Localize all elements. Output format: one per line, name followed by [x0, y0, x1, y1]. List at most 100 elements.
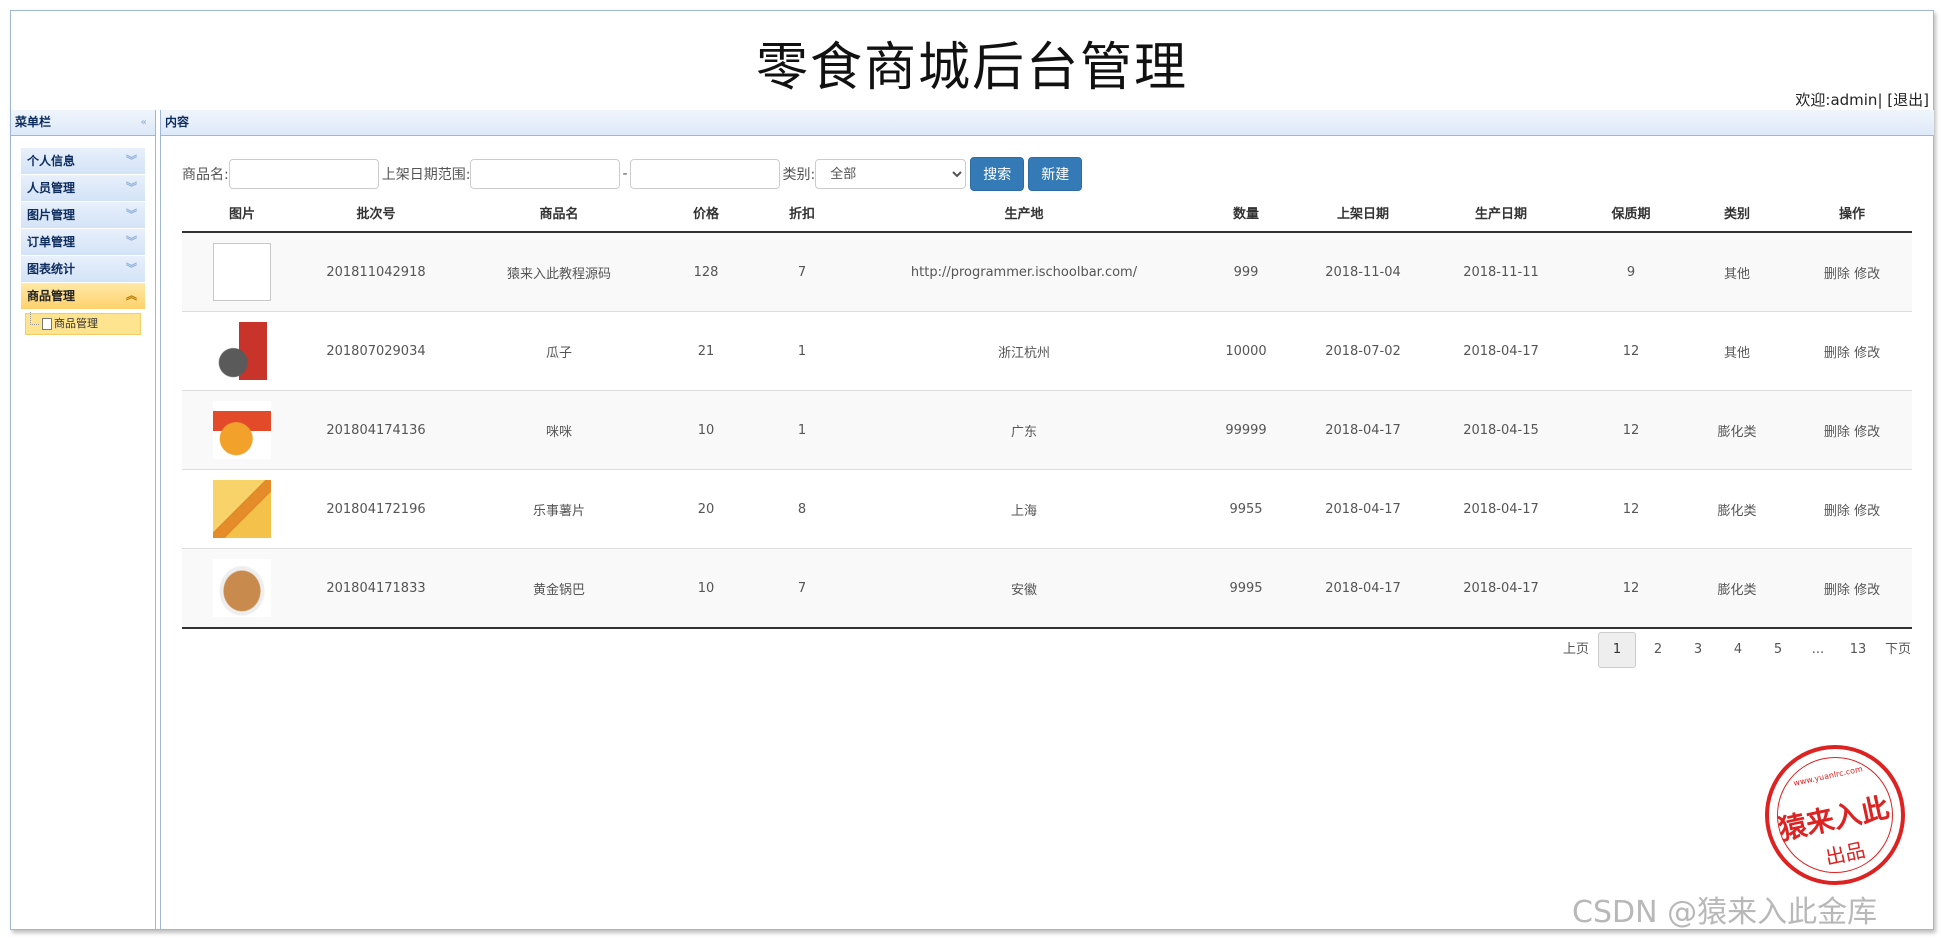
price-cell: 10: [668, 548, 744, 629]
batch-cell: 201807029034: [302, 311, 450, 391]
sidebar: 菜单栏 « 个人信息 ︾ 人员管理 ︾ 图片管理 ︾ 订单管理 ︾ 图表统计 ︾: [11, 110, 156, 929]
edit-link[interactable]: 修改: [1854, 583, 1880, 598]
shelf-life-cell: 12: [1580, 311, 1682, 391]
batch-cell: 201811042918: [302, 231, 450, 312]
new-button[interactable]: 新建: [1028, 157, 1083, 191]
batch-cell: 201804174136: [302, 390, 450, 470]
category-cell: 膨化类: [1682, 469, 1792, 549]
date-range-label: 上架日期范围:: [381, 167, 471, 183]
actions-cell: 删除 修改: [1792, 231, 1912, 312]
list-date-cell: 2018-04-17: [1304, 390, 1422, 470]
price-cell: 10: [668, 390, 744, 470]
content-panel: 内容 商品名: 上架日期范围: - 类别: 全部 搜索 新建 图片 批次号 商品…: [160, 110, 1934, 929]
edit-link[interactable]: 修改: [1854, 346, 1880, 361]
category-cell: 膨化类: [1682, 548, 1792, 629]
actions-cell: 删除 修改: [1792, 548, 1912, 629]
discount-cell: 7: [744, 231, 860, 312]
sidebar-title: 菜单栏: [15, 115, 52, 129]
delete-link[interactable]: 删除: [1824, 425, 1850, 440]
category-select[interactable]: 全部: [815, 159, 967, 189]
actions-cell: 删除 修改: [1792, 390, 1912, 470]
document-icon: [42, 318, 52, 330]
list-date-cell: 2018-07-02: [1304, 311, 1422, 391]
page-button[interactable]: 5: [1760, 633, 1796, 667]
sidebar-item-staff[interactable]: 人员管理 ︾: [21, 175, 145, 202]
delete-link[interactable]: 删除: [1824, 267, 1850, 282]
list-date-cell: 2018-04-17: [1304, 548, 1422, 629]
list-date-cell: 2018-11-04: [1304, 231, 1422, 312]
shelf-life-cell: 12: [1580, 469, 1682, 549]
next-page-button[interactable]: 下页: [1880, 633, 1916, 667]
sidebar-item-personal-info[interactable]: 个人信息 ︾: [21, 148, 145, 175]
tree-line: [30, 312, 39, 325]
category-cell: 其他: [1682, 231, 1792, 312]
app-frame: 零食商城后台管理 欢迎:admin| [退出] 菜单栏 « 个人信息 ︾ 人员管…: [10, 10, 1934, 930]
category-cell: 膨化类: [1682, 390, 1792, 470]
page-button[interactable]: 1: [1598, 632, 1636, 668]
stamp-url: www.yuanlrc.com: [1792, 764, 1864, 788]
sidebar-item-charts[interactable]: 图表统计 ︾: [21, 256, 145, 283]
table-header-row: 图片 批次号 商品名 价格 折扣 生产地 数量 上架日期 生产日期 保质期 类别…: [182, 199, 1912, 233]
column-header: 折扣: [744, 199, 860, 233]
sidebar-item-products[interactable]: 商品管理 ︽: [21, 283, 145, 310]
shelf-life-cell: 12: [1580, 390, 1682, 470]
sunflower-seeds-image: [213, 322, 271, 380]
content-header: 内容: [161, 110, 1934, 136]
column-header: 商品名: [450, 199, 668, 233]
actions-cell: 删除 修改: [1792, 469, 1912, 549]
edit-link[interactable]: 修改: [1854, 267, 1880, 282]
collapse-left-icon[interactable]: «: [141, 110, 147, 135]
page-button[interactable]: 13: [1840, 633, 1876, 667]
quantity-cell: 9995: [1188, 548, 1304, 629]
actions-cell: 删除 修改: [1792, 311, 1912, 391]
prev-page-button[interactable]: 上页: [1558, 633, 1594, 667]
name-cell: 咪咪: [450, 390, 668, 470]
chevron-down-icon: ︾: [126, 208, 137, 221]
sidebar-item-label: 图片管理: [27, 208, 76, 222]
logout-link[interactable]: [退出]: [1887, 91, 1929, 109]
table-row: 201811042918 猿来入此教程源码 128 7 http://progr…: [182, 231, 1912, 312]
search-button[interactable]: 搜索: [970, 157, 1025, 191]
delete-link[interactable]: 删除: [1824, 346, 1850, 361]
delete-link[interactable]: 删除: [1824, 504, 1850, 519]
sidebar-item-orders[interactable]: 订单管理 ︾: [21, 229, 145, 256]
image-cell: [182, 390, 302, 470]
sidebar-item-label: 个人信息: [27, 154, 76, 168]
column-header: 数量: [1188, 199, 1304, 233]
date-start-input[interactable]: [470, 159, 621, 189]
chevron-up-icon: ︽: [126, 289, 137, 302]
page-ellipsis: ...: [1811, 642, 1825, 657]
search-bar: 商品名: 上架日期范围: - 类别: 全部 搜索 新建: [182, 157, 1083, 191]
page-button[interactable]: 4: [1720, 633, 1756, 667]
product-name-input[interactable]: [228, 159, 379, 189]
sidebar-item-label: 订单管理: [27, 235, 76, 249]
submenu-item-product-management[interactable]: 商品管理: [25, 312, 141, 335]
date-end-input[interactable]: [629, 159, 780, 189]
quantity-cell: 10000: [1188, 311, 1304, 391]
edit-link[interactable]: 修改: [1854, 504, 1880, 519]
table-row: 201807029034 瓜子 21 1 浙江杭州 10000 2018-07-…: [182, 311, 1912, 391]
origin-cell: 广东: [860, 390, 1188, 470]
price-cell: 128: [668, 231, 744, 312]
page-button[interactable]: 3: [1680, 633, 1716, 667]
edit-link[interactable]: 修改: [1854, 425, 1880, 440]
batch-cell: 201804171833: [302, 548, 450, 629]
shelf-life-cell: 12: [1580, 548, 1682, 629]
page-button[interactable]: 2: [1640, 633, 1676, 667]
header: 零食商城后台管理 欢迎:admin| [退出]: [11, 11, 1933, 110]
chevron-down-icon: ︾: [126, 154, 137, 167]
name-cell: 猿来入此教程源码: [450, 231, 668, 312]
broken-image-icon: [213, 243, 271, 301]
potato-chips-image: [213, 480, 271, 538]
pagination: 上页 1 2 3 4 5 ... 13 下页: [1554, 632, 1916, 668]
origin-cell: 安徽: [860, 548, 1188, 629]
origin-cell: 浙江杭州: [860, 311, 1188, 391]
sidebar-item-images[interactable]: 图片管理 ︾: [21, 202, 145, 229]
origin-cell: 上海: [860, 469, 1188, 549]
list-date-cell: 2018-04-17: [1304, 469, 1422, 549]
column-header: 生产日期: [1422, 199, 1580, 233]
category-label: 类别:: [782, 167, 816, 183]
name-cell: 黄金锅巴: [450, 548, 668, 629]
product-name-label: 商品名:: [182, 167, 229, 183]
delete-link[interactable]: 删除: [1824, 583, 1850, 598]
